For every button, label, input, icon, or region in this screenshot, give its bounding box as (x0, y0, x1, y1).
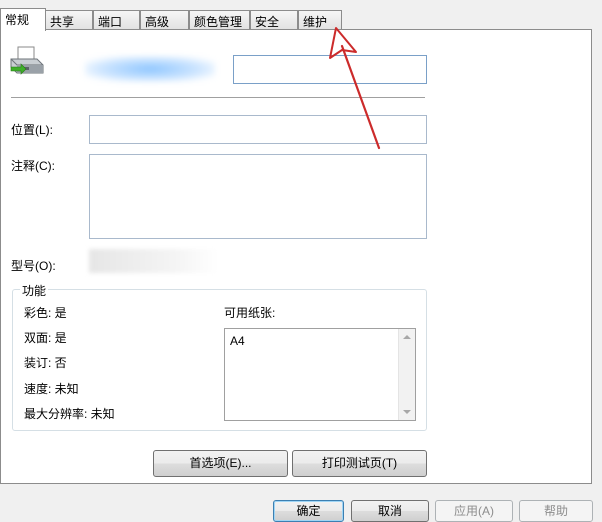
general-panel: 位置(L): 注释(C): 型号(O): 功能 彩色: 是 双面: 是 装订: … (0, 29, 592, 484)
tab-security[interactable]: 安全 (250, 10, 298, 29)
preferences-button[interactable]: 首选项(E)... (153, 450, 288, 477)
tab-advanced[interactable]: 高级 (140, 10, 189, 29)
tab-ports[interactable]: 端口 (93, 10, 140, 29)
location-label: 位置(L): (11, 123, 54, 137)
printer-icon (10, 46, 44, 75)
tab-maintenance[interactable]: 维护 (298, 10, 342, 29)
print-test-page-button[interactable]: 打印测试页(T) (292, 450, 427, 477)
tab-sharing[interactable]: 共享 (45, 10, 93, 29)
feature-speed: 速度: 未知 (24, 382, 79, 396)
paper-listbox[interactable]: A4 (224, 328, 416, 421)
model-value-redacted (89, 249, 217, 273)
scroll-up-icon[interactable] (403, 335, 411, 339)
tab-strip: 共享 端口 高级 颜色管理 安全 维护 常规 (0, 8, 602, 31)
feature-max-resolution: 最大分辨率: 未知 (24, 407, 115, 421)
feature-color: 彩色: 是 (24, 306, 67, 320)
help-button[interactable]: 帮助 (519, 500, 593, 522)
feature-staple: 装订: 否 (24, 356, 67, 370)
feature-duplex: 双面: 是 (24, 331, 67, 345)
tab-general[interactable]: 常规 (0, 8, 46, 31)
listbox-scrollbar[interactable] (398, 329, 415, 420)
paper-label: 可用纸张: (224, 306, 276, 320)
divider (11, 97, 425, 98)
apply-button[interactable]: 应用(A) (435, 500, 513, 522)
location-input[interactable] (89, 115, 427, 144)
paper-item[interactable]: A4 (230, 334, 245, 348)
tab-color-management[interactable]: 颜色管理 (189, 10, 250, 29)
comment-label: 注释(C): (11, 159, 55, 173)
printer-name-field[interactable] (233, 55, 427, 84)
ok-button[interactable]: 确定 (273, 500, 344, 522)
printer-name-redacted (85, 56, 215, 82)
model-label: 型号(O): (11, 259, 56, 273)
scroll-down-icon[interactable] (403, 410, 411, 414)
cancel-button[interactable]: 取消 (351, 500, 429, 522)
comment-textarea[interactable] (89, 154, 427, 239)
features-legend: 功能 (20, 282, 49, 299)
